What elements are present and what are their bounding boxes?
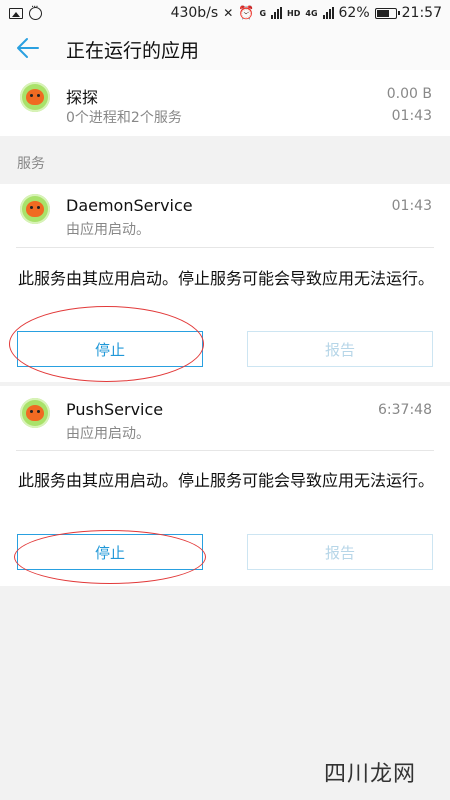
stop-button[interactable]: 停止 — [17, 534, 203, 570]
service-card: PushService 由应用启动。 6:37:48 此服务由其应用启动。停止服… — [0, 386, 450, 586]
back-arrow-icon[interactable] — [14, 34, 42, 62]
service-started-by: 由应用启动。 — [66, 426, 150, 442]
lte-label: 4G — [305, 8, 318, 18]
divider — [16, 450, 434, 451]
mute-icon: ✕ — [223, 6, 234, 20]
image-notification-icon — [9, 7, 23, 19]
app-time: 01:43 — [391, 108, 432, 124]
signal-icon-2 — [322, 7, 334, 19]
service-time: 6:37:48 — [378, 402, 432, 418]
service-card: DaemonService 由应用启动。 01:43 此服务由其应用启动。停止服… — [0, 184, 450, 382]
watermark: 四川龙网 — [324, 762, 417, 787]
battery-percent: 62% — [338, 5, 370, 21]
hd-label: HD — [287, 8, 301, 18]
status-bar: 430b/s ✕ ⏰ G HD 4G 62% 21:57 — [0, 0, 450, 26]
report-button: 报告 — [247, 331, 433, 367]
alarm-icon: ⏰ — [238, 5, 255, 21]
service-description: 此服务由其应用启动。停止服务可能会导致应用无法运行。 — [18, 471, 435, 490]
service-app-icon — [20, 398, 50, 428]
tantan-app-icon — [20, 82, 50, 112]
app-row[interactable]: 探探 0个进程和2个服务 0.00 B 01:43 — [0, 70, 450, 136]
service-name: DaemonService — [66, 196, 193, 215]
network-speed: 430b/s — [170, 5, 219, 21]
app-detail: 0个进程和2个服务 — [66, 110, 182, 126]
service-name: PushService — [66, 400, 164, 419]
divider — [16, 247, 434, 248]
signal-icon — [271, 7, 283, 19]
service-time: 01:43 — [391, 198, 432, 214]
app-size: 0.00 B — [386, 86, 432, 102]
section-label: 服务 — [17, 156, 45, 172]
service-started-by: 由应用启动。 — [66, 222, 150, 238]
app-bar: 正在运行的应用 — [0, 26, 450, 70]
service-description: 此服务由其应用启动。停止服务可能会导致应用无法运行。 — [18, 269, 435, 288]
clock: 21:57 — [401, 5, 442, 21]
stop-button[interactable]: 停止 — [17, 331, 203, 367]
report-button: 报告 — [247, 534, 433, 570]
network-type-label: G — [259, 8, 267, 18]
page-title: 正在运行的应用 — [66, 40, 200, 62]
service-app-icon — [20, 194, 50, 224]
battery-icon — [374, 7, 400, 19]
more-notification-icon — [29, 2, 42, 20]
app-name: 探探 — [66, 88, 99, 107]
